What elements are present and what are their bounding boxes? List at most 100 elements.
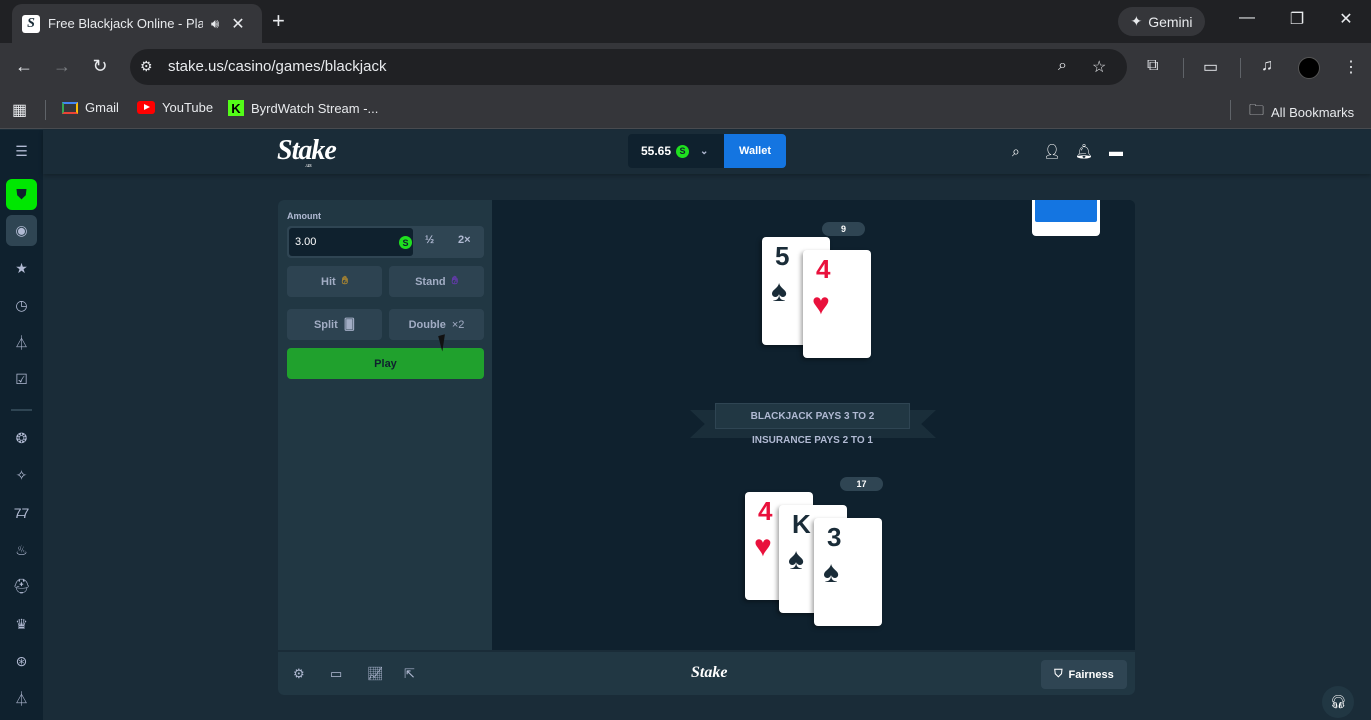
rail-divider [11,409,32,411]
amount-label: Amount [287,211,321,221]
balance-amount: 55.65 [641,144,672,158]
balance-selector[interactable]: 55.65 S ⌄ [628,134,724,168]
youtube-icon [137,101,155,114]
payout-banner: BLACKJACK PAYS 3 TO 2 [715,403,910,429]
half-amount-button[interactable]: ½ [425,234,434,246]
player-card-3: 3 ♠ [814,518,882,626]
user-icon[interactable]: 👤︎ [1043,143,1061,160]
stand-button[interactable]: Stand ✋︎ [389,266,484,297]
reload-icon[interactable]: ↻ [89,56,111,77]
roulette-icon[interactable]: ⊛ [6,646,37,677]
bookmark-youtube[interactable]: YouTube [137,100,213,115]
kick-icon: K [228,100,244,116]
live-casino-icon[interactable]: ⛑ [6,571,37,602]
address-bar[interactable]: ⚙ stake.us/casino/games/blackjack ⌕ ☆ [130,49,1127,85]
gmail-icon [62,101,78,114]
window-close-icon[interactable]: ✕ [1336,9,1356,29]
gemini-label: Gemini [1148,13,1193,30]
stake-app: ☰ ⛊ ◉ ★ ◷ ⏃ ☑ ❂ ✧ 7̶7 ♨ ⛑ ♛ ⊛ ⏃ Stake .u… [0,130,1371,720]
bookmark-byrdwatch[interactable]: K ByrdWatch Stream -... [228,100,378,116]
new-releases-icon[interactable]: ✧ [6,460,37,491]
gemini-button[interactable]: ✦ Gemini [1118,7,1205,36]
chat-icon[interactable]: ▬ [1109,143,1123,159]
notifications-bell-icon[interactable]: 🔔︎ [1075,143,1093,160]
sweeps-coin-icon: S [676,144,690,158]
speaker-icon[interactable]: 🔊︎ [211,16,219,32]
settings-gear-icon[interactable]: ⚙ [293,666,305,682]
tab-title: Free Blackjack Online - Play [48,16,203,31]
browser-tab-bar: S Free Blackjack Online - Play 🔊︎ ✕ + ✦ … [0,0,1371,43]
bet-amount-input[interactable]: 3.00 [289,228,413,256]
stake-header: Stake .us 55.65 S ⌄ Wallet ⌕ 👤︎ 🔔︎ ▬ [43,130,1371,174]
slots-icon[interactable]: 7̶7 [6,497,37,528]
restore-icon[interactable]: ❐ [1287,9,1307,29]
spade-icon: ♠ [788,543,804,576]
all-bookmarks[interactable]: 🗀︎ All Bookmarks [1249,100,1354,125]
site-settings-icon[interactable]: ⚙ [140,58,153,75]
zoom-icon[interactable]: ⌕ [1058,57,1067,75]
browser-tab[interactable]: S Free Blackjack Online - Play 🔊︎ ✕ [12,4,262,43]
left-rail: ☰ ⛊ ◉ ★ ◷ ⏃ ☑ ❂ ✧ 7̶7 ♨ ⛑ ♛ ⊛ ⏃ [0,130,43,720]
bookmark-gmail[interactable]: Gmail [62,100,119,115]
dealer-card-2: 4 ♥ [803,250,871,358]
wallet-button[interactable]: Wallet [724,134,786,168]
profile-avatar[interactable] [1298,57,1320,79]
popout-icon[interactable]: ⇱ [404,666,415,682]
play-button[interactable]: Play [287,348,484,379]
fairness-button[interactable]: ⛉ Fairness [1041,660,1127,689]
double-amount-button[interactable]: 2× [458,234,471,246]
search-icon[interactable]: ⌕ [1012,143,1020,160]
casino-shield-icon[interactable]: ⛊ [6,179,37,210]
recent-clock-icon[interactable]: ◷ [6,290,37,321]
games-lobby-icon[interactable]: ◉ [6,215,37,246]
hit-button[interactable]: Hit ✋︎ [287,266,382,297]
stats-chart-icon[interactable]: 📈︎ [367,666,384,682]
bookmarks-divider [1230,100,1231,120]
double-button[interactable]: Double ×2 [389,309,484,340]
theatre-mode-icon[interactable]: ▭ [330,666,342,682]
menu-kebab-icon[interactable]: ⋮ [1343,57,1359,77]
toolbar-divider [1240,58,1241,78]
blackjack-table: 9 5 ♠ 4 ♥ BLACKJACK PAYS 3 TO 2 INSURANC… [492,200,1135,650]
spade-icon: ♠ [823,556,839,589]
stake-logo-sub: .us [305,163,312,169]
game-footer: ⚙ ▭ 📈︎ ⇱ Stake ⛉ Fairness [278,650,1135,695]
media-controls-icon[interactable]: ♫ [1261,57,1273,75]
menu-hamburger-icon[interactable]: ☰ [6,136,37,167]
dealer-score-badge: 9 [822,222,865,236]
favourites-star-icon[interactable]: ★ [6,253,37,284]
close-tab-icon[interactable]: ✕ [231,14,244,34]
back-icon[interactable]: ← [13,56,35,77]
footer-stake-logo: Stake [691,664,728,681]
hand-tap-icon: ✋︎ [341,275,348,287]
originals-icon[interactable]: ❂ [6,423,37,454]
my-bets-icon[interactable]: ☑ [6,364,37,395]
shield-check-icon: ⛉ [1054,668,1063,680]
apps-grid-icon[interactable]: ▦ [12,100,27,120]
toolbar-divider [1183,58,1184,78]
cast-icon[interactable]: ▭ [1203,57,1218,77]
game-shows-icon[interactable]: ♛ [6,609,37,640]
new-tab-icon[interactable]: + [272,8,285,34]
folder-icon: 🗀︎ [1249,102,1265,119]
split-button[interactable]: Split 🂠 [287,309,382,340]
hot-fire-icon[interactable]: ♨ [6,535,37,566]
url-text[interactable]: stake.us/casino/games/blackjack [168,58,386,75]
hand-stop-icon: ✋︎ [451,275,458,287]
card-back [1035,200,1097,222]
sweeps-coin-icon: S [399,236,412,249]
stake-favicon-icon: S [22,14,40,33]
minimize-icon[interactable]: — [1237,9,1257,27]
insurance-text: INSURANCE PAYS 2 TO 1 [752,435,873,446]
support-headset-icon[interactable]: 🎧︎ [1322,686,1354,718]
amount-field-group: 3.00 S ½ 2× [287,226,484,258]
bookmarks-bar: ▦ Gmail YouTube K ByrdWatch Stream -... … [0,92,1371,129]
chevron-down-icon: ⌄ [700,145,709,157]
bookmark-star-icon[interactable]: ☆ [1092,57,1106,77]
split-cards-icon: 🂠 [343,319,356,331]
forward-icon[interactable]: → [51,56,73,77]
extensions-icon[interactable]: ⧉ [1147,57,1158,75]
bookmarks-divider [45,100,46,120]
table-games-icon[interactable]: ⏃ [6,683,37,714]
challenges-flask-icon[interactable]: ⏃ [6,327,37,358]
